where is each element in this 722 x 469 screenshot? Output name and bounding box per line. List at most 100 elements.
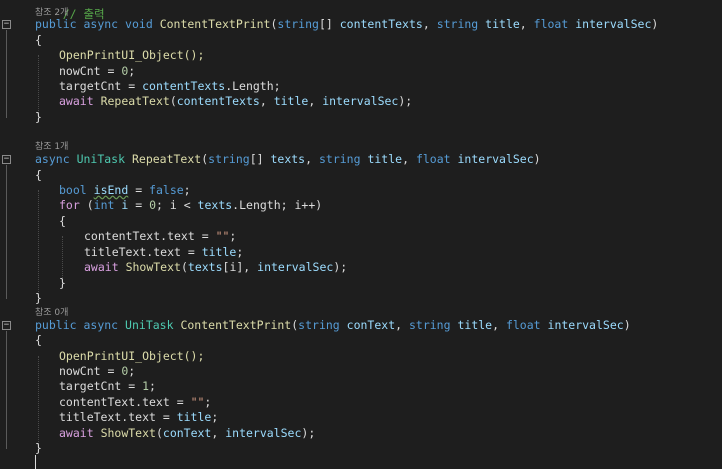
punct: = — [128, 198, 150, 212]
type-name: UniTask — [76, 152, 126, 166]
code-line[interactable]: nowCnt = 0; — [35, 364, 135, 379]
param: contentTexts — [142, 79, 226, 93]
param: texts — [197, 198, 233, 212]
punct: , — [492, 318, 506, 332]
param: conText — [346, 318, 396, 332]
fold-gutter: − − − — [0, 0, 14, 469]
string-literal: "" — [215, 229, 230, 243]
punct: = — [121, 379, 143, 393]
punct: , — [519, 17, 534, 31]
code-line[interactable]: { — [35, 333, 42, 348]
punct: , — [211, 426, 226, 440]
code-line[interactable]: } — [35, 291, 42, 306]
param: intervalSec — [225, 426, 302, 440]
punct: , — [422, 17, 437, 31]
fold-line — [6, 30, 7, 118]
code-line[interactable]: contentText.text = ""; — [35, 229, 236, 244]
collapse-icon[interactable]: − — [2, 20, 11, 29]
punct: ); — [301, 426, 316, 440]
punct: , — [395, 318, 409, 332]
keyword: async — [83, 17, 119, 31]
method-call: ShowText — [100, 426, 156, 440]
code-line[interactable]: } — [35, 110, 42, 125]
punct: ; — [229, 229, 237, 243]
punct: ; — [149, 379, 156, 393]
punct: [] — [249, 152, 271, 166]
method-name: ContentTextPrint — [180, 318, 292, 332]
param: title — [485, 17, 520, 31]
keyword: public — [35, 17, 77, 31]
punct: = — [100, 364, 122, 378]
code-line[interactable]: OpenPrintUI_Object(); — [35, 48, 204, 63]
type-name: UniTask — [125, 318, 174, 332]
param: title — [457, 318, 493, 332]
brace: { — [59, 214, 66, 228]
code-line[interactable]: } — [35, 441, 42, 456]
code-line[interactable]: await ShowText(conText, intervalSec); — [35, 426, 315, 441]
code-line[interactable]: public async UniTask ContentTextPrint(st… — [35, 318, 631, 333]
punct: ( — [79, 198, 94, 212]
code-line[interactable]: // 출력 — [35, 0, 105, 21]
param: title — [176, 410, 212, 424]
code-line[interactable]: async UniTask RepeatText(string[] texts,… — [35, 152, 541, 167]
punct: .Length; — [225, 79, 281, 93]
code-line[interactable]: { — [35, 214, 66, 229]
param: intervalSec — [457, 152, 534, 166]
code-editor[interactable]: − − − // 출력 참조 2개 public async void Cont… — [0, 0, 722, 469]
punct: = — [121, 79, 143, 93]
statement: titleText.text = — [84, 245, 202, 259]
brace: } — [35, 110, 42, 124]
code-line[interactable]: titleText.text = title; — [35, 245, 243, 260]
code-line[interactable]: { — [35, 168, 42, 183]
punct: ) — [651, 17, 659, 31]
keyword: for — [59, 198, 80, 212]
param: intervalSec — [547, 318, 624, 332]
param: conText — [162, 426, 212, 440]
punct: , — [308, 94, 323, 108]
keyword: string — [298, 318, 340, 332]
statement: OpenPrintUI_Object(); — [59, 349, 205, 363]
punct: ( — [155, 426, 163, 440]
punct: ( — [180, 260, 188, 274]
keyword: async — [83, 318, 119, 332]
code-line[interactable]: contentText.text = ""; — [35, 395, 211, 410]
keyword: string — [318, 152, 361, 166]
code-line[interactable]: targetCnt = contentTexts.Length; — [35, 79, 281, 94]
field: targetCnt — [59, 79, 122, 93]
fold-line — [6, 331, 7, 449]
code-line[interactable]: for (int i = 0; i < texts.Length; i++) — [35, 198, 322, 213]
keyword: await — [59, 426, 94, 440]
code-line[interactable]: targetCnt = 1; — [35, 379, 156, 394]
punct: ); — [398, 94, 413, 108]
punct: ; — [211, 410, 219, 424]
keyword: public — [35, 318, 77, 332]
code-line[interactable]: OpenPrintUI_Object(); — [35, 349, 204, 364]
brace: { — [35, 168, 42, 182]
param: intervalSec — [322, 94, 399, 108]
code-line[interactable]: await RepeatText(contentTexts, title, in… — [35, 94, 412, 109]
code-line[interactable]: await ShowText(texts[i], intervalSec); — [35, 260, 347, 275]
keyword: int — [93, 198, 115, 212]
statement: OpenPrintUI_Object(); — [59, 48, 205, 62]
keyword: float — [533, 17, 569, 31]
code-line[interactable]: bool isEnd = false; — [35, 183, 191, 198]
keyword: async — [35, 152, 70, 166]
code-line[interactable]: titleText.text = title; — [35, 410, 218, 425]
keyword: string — [208, 152, 250, 166]
statement: contentText.text = — [59, 395, 191, 409]
local-variable: i — [114, 198, 129, 212]
punct: , — [259, 94, 274, 108]
collapse-icon[interactable]: − — [2, 321, 11, 330]
punct: = — [128, 183, 150, 197]
string-literal: "" — [190, 395, 205, 409]
code-line[interactable]: nowCnt = 0; — [35, 64, 135, 79]
brace: } — [35, 441, 42, 455]
collapse-icon[interactable]: − — [2, 155, 11, 164]
param: title — [367, 152, 403, 166]
statement: contentText.text = — [84, 229, 216, 243]
method-call: RepeatText — [100, 94, 170, 108]
code-line[interactable]: { — [35, 33, 42, 48]
code-line[interactable]: public async void ContentTextPrint(strin… — [35, 17, 658, 32]
code-line[interactable]: } — [35, 276, 66, 291]
punct: ); — [333, 260, 348, 274]
